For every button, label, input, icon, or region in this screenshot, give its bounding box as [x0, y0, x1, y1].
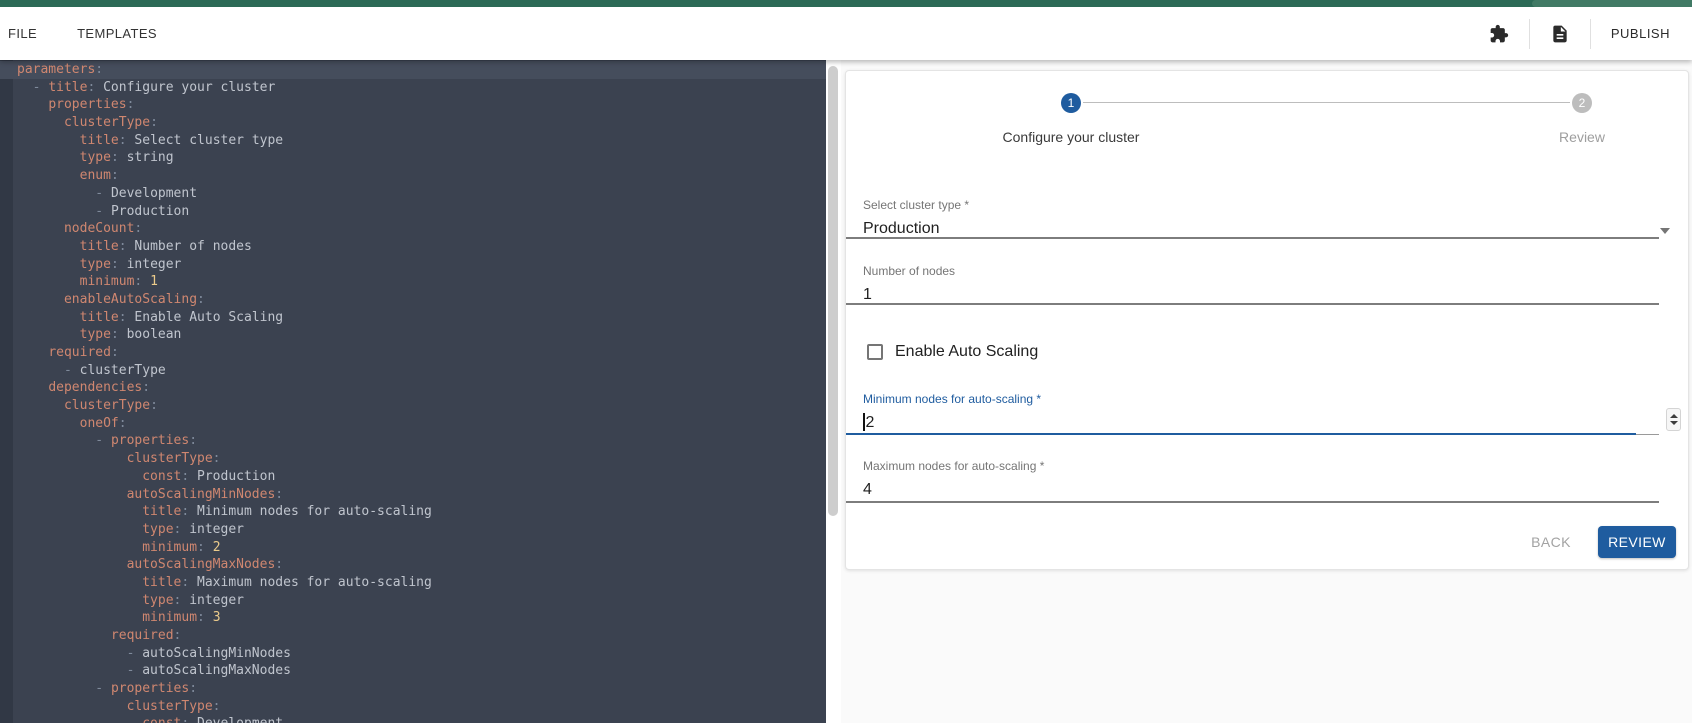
code-line: oneOf: — [0, 415, 826, 433]
node-count-field[interactable]: Number of nodes 1 — [863, 264, 1676, 308]
code-line: required: — [0, 627, 826, 645]
node-count-underline — [846, 303, 1659, 305]
code-line: minimum: 3 — [0, 609, 826, 627]
toolbar-divider — [1529, 19, 1530, 49]
stepper-step-1: 1 Configure your cluster — [961, 93, 1181, 145]
code-line: const: Development — [0, 715, 826, 723]
code-line: clusterType: — [0, 450, 826, 468]
template-wizard-panel: 1 Configure your cluster 2 Review Select… — [841, 60, 1692, 723]
code-line: clusterType: — [0, 397, 826, 415]
top-bar-actions: PUBLISH — [1479, 7, 1676, 60]
editor-scrollbar-thumb[interactable] — [828, 66, 838, 516]
min-nodes-label: Minimum nodes for auto-scaling * — [863, 392, 1676, 406]
max-nodes-underline — [846, 501, 1659, 503]
code-line: autoScalingMinNodes: — [0, 486, 826, 504]
file-icon — [1550, 24, 1570, 44]
code-line: type: boolean — [0, 326, 826, 344]
code-line: nodeCount: — [0, 220, 826, 238]
app-window: FILE TEMPLATES PUBLISH parameters: - tit… — [0, 0, 1692, 723]
menu-file[interactable]: FILE — [8, 16, 37, 51]
code-line: clusterType: — [0, 114, 826, 132]
code-line: - Production — [0, 203, 826, 221]
code-line: - properties: — [0, 680, 826, 698]
min-nodes-underline-tail — [1636, 434, 1659, 435]
text-caret — [863, 413, 865, 431]
top-bar: FILE TEMPLATES PUBLISH — [0, 0, 1692, 60]
extension-icon[interactable] — [1479, 14, 1519, 54]
code-line: - autoScalingMinNodes — [0, 645, 826, 663]
toolbar-divider — [1590, 19, 1591, 49]
publish-button[interactable]: PUBLISH — [1605, 16, 1676, 51]
code-line: clusterType: — [0, 698, 826, 716]
code-line: - properties: — [0, 432, 826, 450]
menu-templates[interactable]: TEMPLATES — [77, 16, 157, 51]
max-nodes-label: Maximum nodes for auto-scaling * — [863, 459, 1676, 473]
stepper-step-2: 2 Review — [1472, 93, 1692, 145]
spinner-down-icon[interactable] — [1670, 421, 1678, 425]
puzzle-piece-icon — [1489, 24, 1509, 44]
wizard-actions: BACK REVIEW — [846, 526, 1676, 558]
code-line: type: integer — [0, 256, 826, 274]
min-nodes-underline-focused — [846, 433, 1636, 435]
brand-strip — [0, 0, 1692, 7]
min-nodes-field[interactable]: Minimum nodes for auto-scaling * 2 — [863, 392, 1676, 436]
code-line: properties: — [0, 96, 826, 114]
number-spinner[interactable] — [1666, 408, 1681, 431]
code-line: const: Production — [0, 468, 826, 486]
step-1-circle: 1 — [1061, 93, 1081, 113]
code-line: title: Select cluster type — [0, 132, 826, 150]
code-line: autoScalingMaxNodes: — [0, 556, 826, 574]
code-line: parameters: — [0, 61, 826, 79]
code-line: minimum: 1 — [0, 273, 826, 291]
code-line: enableAutoScaling: — [0, 291, 826, 309]
auto-scaling-checkbox[interactable] — [867, 344, 883, 360]
menu-bar: FILE TEMPLATES — [0, 7, 1692, 60]
chevron-down-icon[interactable] — [1660, 228, 1670, 234]
brand-strip-accent — [1532, 0, 1692, 7]
review-button[interactable]: REVIEW — [1598, 526, 1676, 558]
code-line: enum: — [0, 167, 826, 185]
cluster-type-value: Production — [863, 220, 940, 237]
code-line: type: string — [0, 149, 826, 167]
code-editor-content: parameters: - title: Configure your clus… — [0, 61, 826, 723]
wizard-card: 1 Configure your cluster 2 Review Select… — [845, 70, 1689, 570]
code-line: type: integer — [0, 592, 826, 610]
code-line: - Development — [0, 185, 826, 203]
code-line: title: Enable Auto Scaling — [0, 309, 826, 327]
back-button[interactable]: BACK — [1516, 526, 1586, 558]
code-line: type: integer — [0, 521, 826, 539]
step-2-circle: 2 — [1572, 93, 1592, 113]
yaml-code-editor[interactable]: parameters: - title: Configure your clus… — [0, 60, 826, 723]
code-line: title: Minimum nodes for auto-scaling — [0, 503, 826, 521]
auto-scaling-label: Enable Auto Scaling — [895, 343, 1038, 361]
code-line: title: Maximum nodes for auto-scaling — [0, 574, 826, 592]
document-icon[interactable] — [1540, 14, 1580, 54]
code-line: - title: Configure your cluster — [0, 79, 826, 97]
code-line: - clusterType — [0, 362, 826, 380]
code-line: - autoScalingMaxNodes — [0, 662, 826, 680]
node-count-value: 1 — [863, 286, 872, 303]
max-nodes-value: 4 — [863, 481, 872, 498]
code-line: title: Number of nodes — [0, 238, 826, 256]
code-line: dependencies: — [0, 379, 826, 397]
spinner-up-icon[interactable] — [1670, 414, 1678, 418]
auto-scaling-checkbox-row[interactable]: Enable Auto Scaling — [867, 343, 1038, 361]
step-2-label: Review — [1472, 129, 1692, 145]
cluster-type-field[interactable]: Select cluster type * Production — [863, 198, 1676, 242]
code-line: minimum: 2 — [0, 539, 826, 557]
cluster-type-underline — [846, 237, 1659, 239]
max-nodes-input[interactable]: 4 — [863, 481, 1676, 503]
cluster-type-label: Select cluster type * — [863, 198, 1676, 212]
max-nodes-field[interactable]: Maximum nodes for auto-scaling * 4 — [863, 459, 1676, 503]
node-count-label: Number of nodes — [863, 264, 1676, 278]
code-line: required: — [0, 344, 826, 362]
editor-scrollbar-track[interactable] — [826, 60, 841, 723]
min-nodes-value: 2 — [866, 414, 875, 431]
step-1-label: Configure your cluster — [961, 129, 1181, 145]
